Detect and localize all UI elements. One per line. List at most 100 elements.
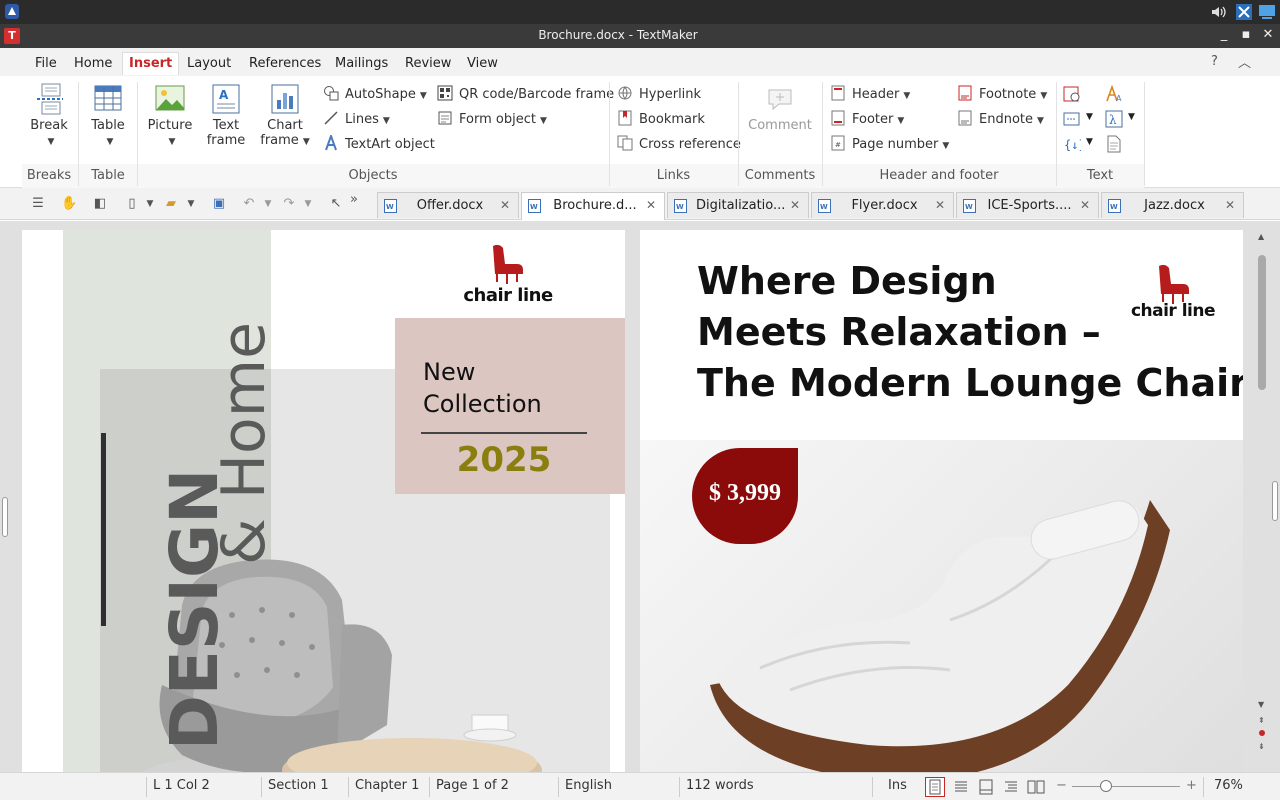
outline-view-icon[interactable] (1003, 779, 1019, 795)
tab-review[interactable]: Review (399, 53, 457, 76)
page-1[interactable]: DESIGN & Home chair line New Collection … (22, 230, 625, 772)
tab-view[interactable]: View (461, 53, 504, 76)
close-tab-icon[interactable]: ✕ (790, 198, 800, 212)
close-tab-icon[interactable]: ✕ (646, 198, 656, 212)
table-button[interactable]: Table ▼ (86, 82, 130, 148)
tab-layout[interactable]: Layout (181, 53, 237, 76)
zoom-slider[interactable] (1072, 786, 1180, 787)
new-document-icon[interactable]: ▯ (124, 196, 140, 212)
form-object-button[interactable]: Form object ▼ (437, 110, 547, 130)
cross-reference-button[interactable]: Cross reference (617, 135, 741, 155)
chapter-indicator[interactable]: Chapter 1 (355, 778, 419, 793)
bookmark-button[interactable]: Bookmark (617, 110, 705, 130)
document-icon[interactable] (1105, 135, 1123, 153)
textart-button[interactable]: TextArt object (323, 135, 435, 155)
close-tab-icon[interactable]: ✕ (500, 198, 510, 212)
doc-tab-ice-sports[interactable]: ICE-Sports.... ✕ (956, 192, 1099, 218)
previous-object-icon[interactable]: ⇞ (1258, 716, 1265, 725)
textart-style-icon[interactable]: A (1105, 85, 1123, 103)
redo-icon[interactable]: ↷ (281, 196, 297, 212)
qr-code-button[interactable]: QR code/Barcode frame (437, 85, 614, 105)
lines-button[interactable]: Lines ▼ (323, 110, 390, 130)
open-folder-icon[interactable]: ▰ (163, 196, 179, 212)
edit-mode-icon[interactable]: ◧ (92, 196, 108, 212)
section-indicator[interactable]: Section 1 (268, 778, 329, 793)
book-view-icon[interactable] (1027, 779, 1045, 795)
display-icon[interactable] (1258, 3, 1276, 21)
scroll-down-icon[interactable]: ▼ (1258, 700, 1264, 709)
left-panel-handle[interactable] (2, 497, 8, 537)
field-dropdown-icon[interactable]: ▼ (1086, 112, 1093, 122)
scrollbar-thumb[interactable] (1258, 255, 1266, 390)
open-dropdown-icon[interactable]: ▼ (183, 196, 199, 212)
collapse-ribbon-icon[interactable]: ︿ (1238, 52, 1251, 71)
hand-tool-icon[interactable]: ✋ (61, 196, 77, 212)
formula-dropdown-icon[interactable]: ▼ (1128, 112, 1135, 122)
scroll-up-icon[interactable]: ▲ (1258, 232, 1264, 241)
close-tab-icon[interactable]: ✕ (1080, 198, 1090, 212)
page-2[interactable]: Where Design Meets Relaxation – The Mode… (640, 230, 1243, 772)
sidebar-toggle-icon[interactable]: ☰ (30, 196, 46, 212)
undo-dropdown-icon[interactable]: ▼ (260, 196, 276, 212)
right-panel-handle[interactable] (1272, 481, 1278, 521)
help-icon[interactable]: ? (1211, 54, 1218, 69)
undo-icon[interactable]: ↶ (241, 196, 257, 212)
minimize-button[interactable]: _ (1216, 27, 1232, 43)
page-number-button[interactable]: # Page number ▼ (830, 135, 949, 155)
zoom-out-icon[interactable]: − (1056, 778, 1067, 793)
save-icon[interactable]: ▣ (211, 196, 227, 212)
doc-tab-digitalization[interactable]: Digitalizatio... ✕ (667, 192, 809, 218)
continuous-view-icon[interactable] (953, 779, 969, 795)
footer-button[interactable]: Footer ▼ (830, 110, 904, 130)
system-logo-icon[interactable] (4, 3, 20, 20)
more-tools-icon[interactable]: » (346, 192, 362, 208)
comment-button[interactable]: Comment (745, 82, 815, 133)
volume-icon[interactable] (1209, 3, 1227, 21)
date-field-icon[interactable] (1063, 85, 1081, 103)
redo-dropdown-icon[interactable]: ▼ (300, 196, 316, 212)
formula-icon[interactable]: λ (1105, 110, 1123, 128)
zoom-level[interactable]: 76% (1214, 778, 1243, 793)
doc-tab-brochure[interactable]: Brochure.d... ✕ (521, 192, 665, 220)
insert-field-icon[interactable]: {↓} (1063, 135, 1081, 153)
close-tab-icon[interactable]: ✕ (1225, 198, 1235, 212)
header-button[interactable]: Header ▼ (830, 85, 910, 105)
document-canvas[interactable]: DESIGN & Home chair line New Collection … (0, 221, 1280, 772)
autoshape-button[interactable]: AutoShape ▼ (323, 85, 427, 105)
word-count[interactable]: 112 words (686, 778, 754, 793)
doc-tab-jazz[interactable]: Jazz.docx ✕ (1101, 192, 1244, 218)
cursor-position[interactable]: L 1 Col 2 (153, 778, 210, 793)
hyperlink-button[interactable]: Hyperlink (617, 85, 701, 105)
select-pointer-icon[interactable]: ↖ (328, 196, 344, 212)
break-button[interactable]: Break ▼ (27, 82, 71, 148)
master-page-view-icon[interactable] (978, 779, 994, 795)
vertical-scrollbar[interactable]: ▲ ▼ ⇞ ⇟ (1254, 230, 1270, 772)
zoom-slider-handle[interactable] (1100, 780, 1112, 792)
field-icon[interactable] (1063, 110, 1081, 128)
page-indicator[interactable]: Page 1 of 2 (436, 778, 509, 793)
zoom-in-icon[interactable]: + (1186, 778, 1197, 793)
network-icon[interactable] (1235, 3, 1253, 21)
doc-tab-offer[interactable]: Offer.docx ✕ (377, 192, 519, 218)
next-object-icon[interactable]: ⇟ (1258, 742, 1265, 751)
tab-file[interactable]: File (29, 53, 63, 76)
footnote-button[interactable]: Footnote ▼ (957, 85, 1047, 105)
picture-button[interactable]: Picture ▼ (146, 82, 194, 148)
close-button[interactable]: ✕ (1260, 27, 1276, 43)
maximize-button[interactable]: ▪ (1238, 27, 1254, 43)
page-view-icon[interactable] (925, 777, 945, 797)
new-document-dropdown-icon[interactable]: ▼ (142, 196, 158, 212)
browse-object-icon[interactable] (1259, 730, 1265, 736)
language-indicator[interactable]: English (565, 778, 612, 793)
tab-insert[interactable]: Insert (122, 52, 180, 75)
insert-mode[interactable]: Ins (888, 778, 907, 793)
tab-references[interactable]: References (243, 53, 327, 76)
tab-mailings[interactable]: Mailings (329, 53, 394, 76)
endnote-button[interactable]: Endnote ▼ (957, 110, 1044, 130)
chart-frame-button[interactable]: Chart frame ▼ (258, 82, 312, 148)
tab-home[interactable]: Home (68, 53, 118, 76)
close-tab-icon[interactable]: ✕ (935, 198, 945, 212)
doc-tab-flyer[interactable]: Flyer.docx ✕ (811, 192, 954, 218)
text-frame-button[interactable]: A Text frame (204, 82, 248, 148)
insert-field-dropdown-icon[interactable]: ▼ (1086, 137, 1093, 147)
